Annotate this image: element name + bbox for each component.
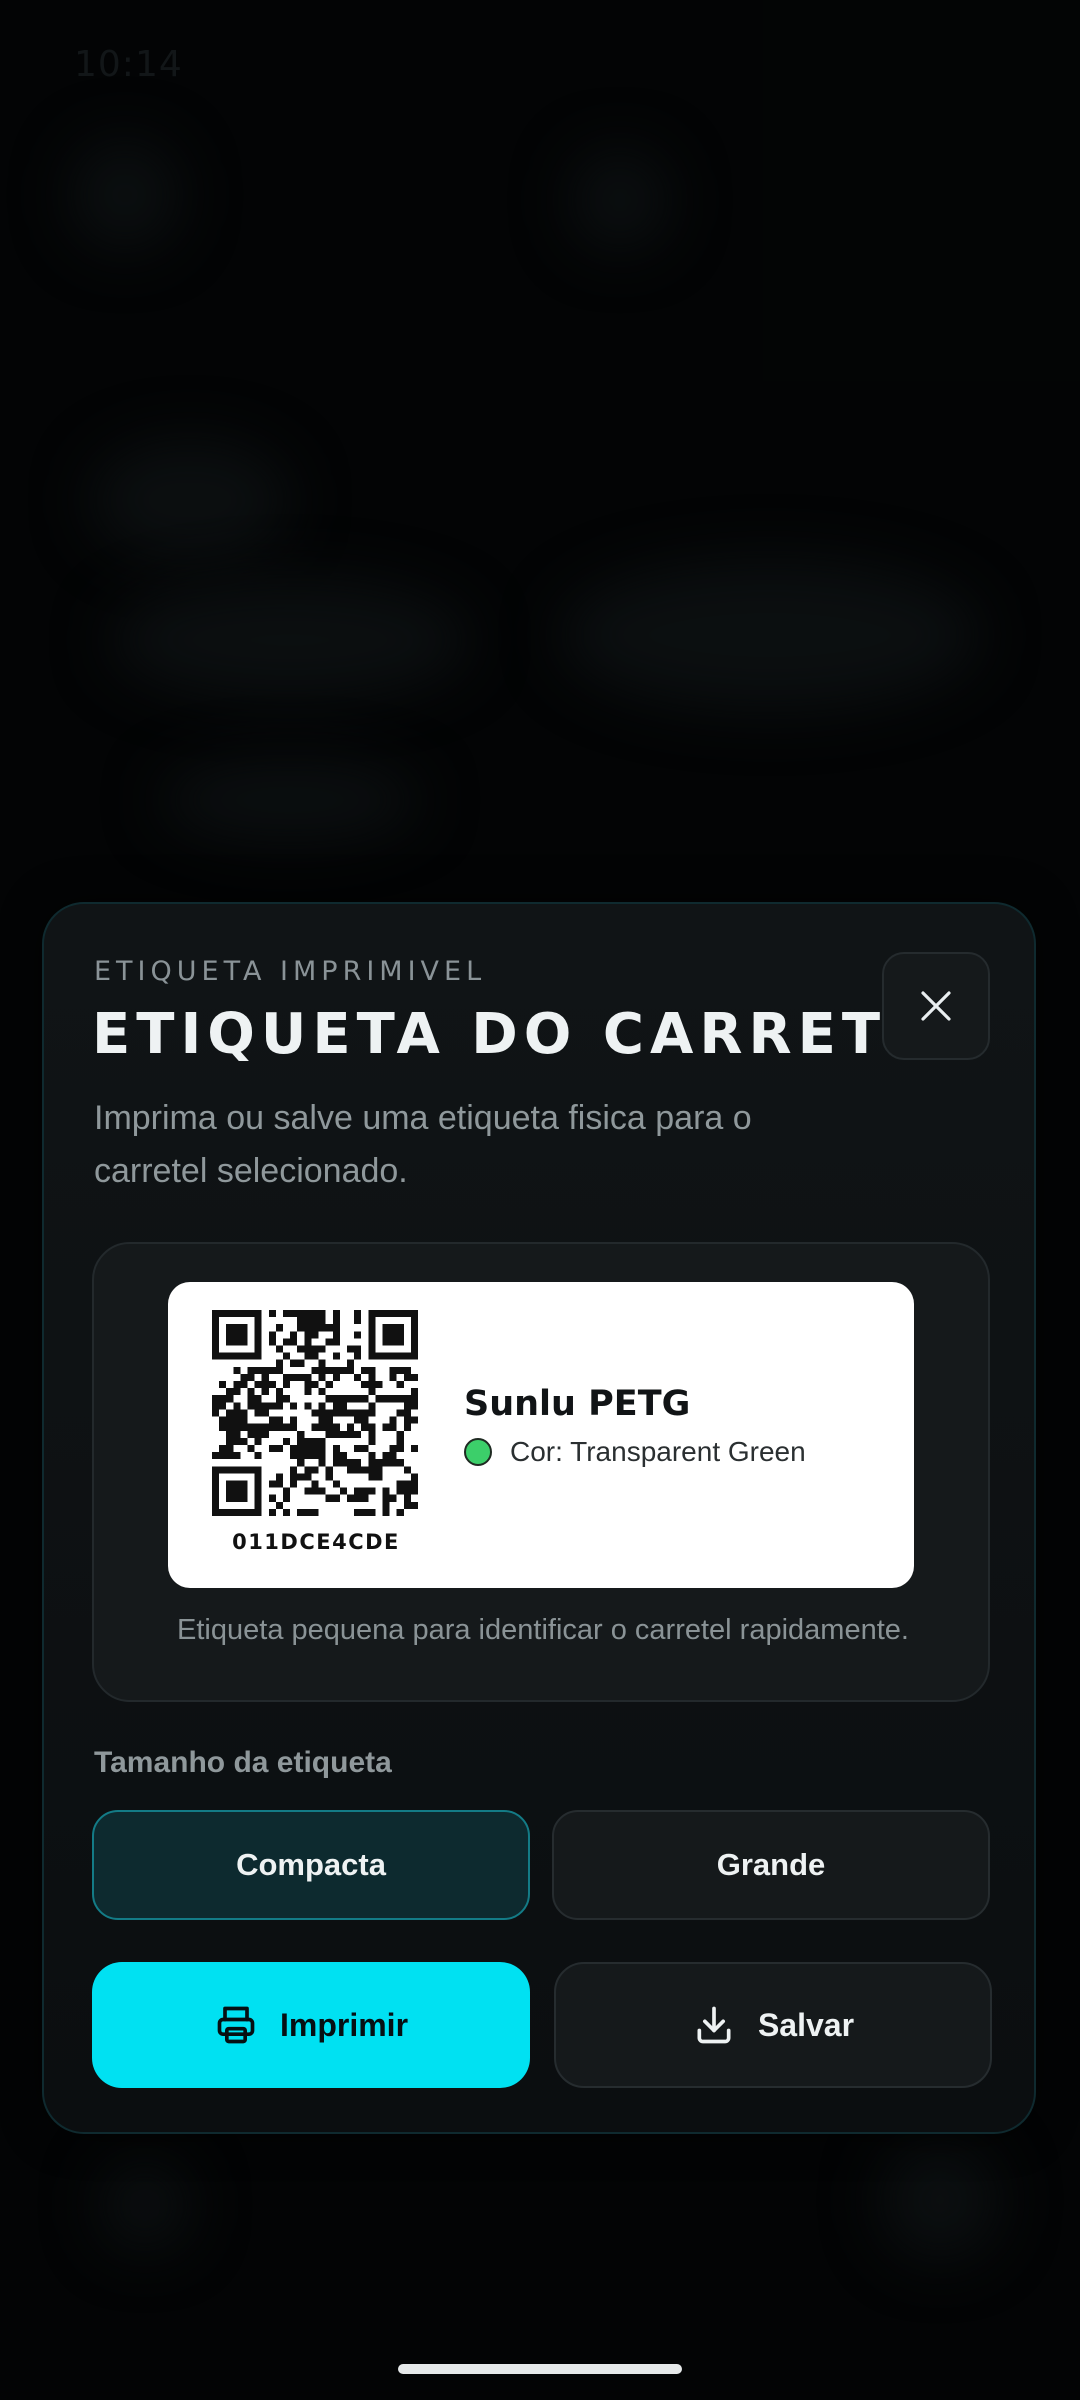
size-option-compact[interactable]: Compacta — [92, 1810, 530, 1920]
close-icon — [921, 991, 951, 1021]
label-sheet: ETIQUETA IMPRIMIVEL ETIQUETA DO CARRETEL… — [42, 902, 1036, 2134]
qr-code — [212, 1310, 418, 1516]
save-button[interactable]: Salvar — [554, 1962, 992, 2088]
printer-icon — [217, 2006, 255, 2044]
print-button[interactable]: Imprimir — [92, 1962, 530, 2088]
home-indicator[interactable] — [398, 2364, 682, 2374]
sheet-title: ETIQUETA DO CARRETEL — [92, 1002, 972, 1067]
print-button-label: Imprimir — [279, 2006, 409, 2043]
preview-caption: Etiqueta pequena para identificar o carr… — [177, 1614, 909, 1646]
size-option-label: Grande — [716, 1847, 826, 1882]
size-option-label: Compacta — [236, 1847, 386, 1882]
save-button-label: Salvar — [757, 2006, 855, 2043]
color-swatch — [464, 1438, 492, 1466]
close-button[interactable] — [882, 952, 990, 1060]
color-text: Cor: Transparent Green — [510, 1436, 806, 1467]
qr-code-text: 011DCE4CDE — [232, 1530, 400, 1554]
label-card: 011DCE4CDE Sunlu PETG Cor: Transparent G… — [168, 1282, 914, 1588]
color-row: Cor: Transparent Green — [464, 1436, 806, 1468]
material-name: Sunlu PETG — [464, 1384, 691, 1424]
qr-modules — [212, 1310, 418, 1516]
size-section-label: Tamanho da etiqueta — [94, 1746, 392, 1779]
download-icon — [697, 2006, 731, 2044]
sheet-eyebrow: ETIQUETA IMPRIMIVEL — [94, 956, 487, 987]
sheet-subtitle: Imprima ou salve uma etiqueta fisica par… — [94, 1099, 752, 1190]
size-option-large[interactable]: Grande — [552, 1810, 990, 1920]
label-preview: 011DCE4CDE Sunlu PETG Cor: Transparent G… — [92, 1242, 990, 1702]
